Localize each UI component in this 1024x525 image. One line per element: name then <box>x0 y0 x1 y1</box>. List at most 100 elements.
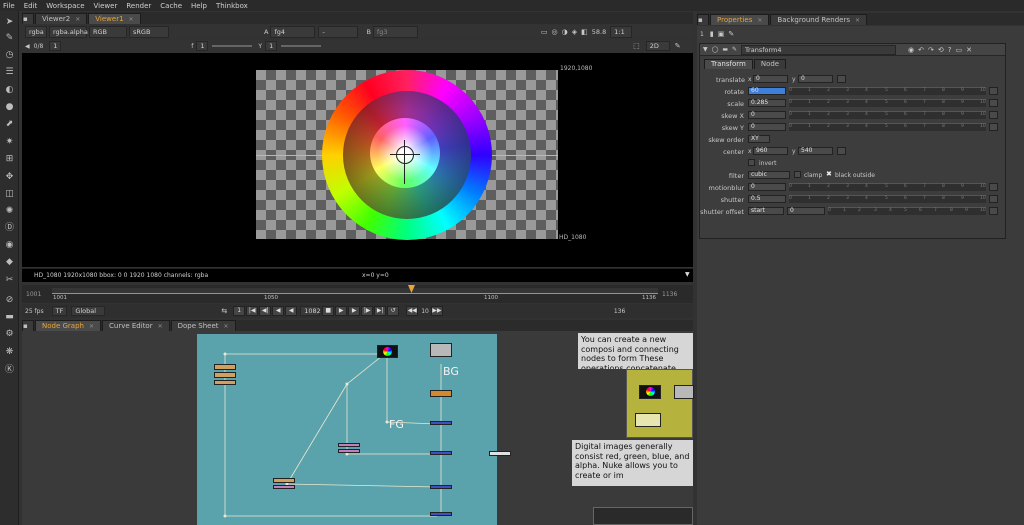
close-icon[interactable]: ✕ <box>158 321 163 332</box>
tab-node-graph[interactable]: Node Graph ✕ <box>35 320 101 331</box>
skip-back-icon[interactable]: ◀◀ <box>406 306 419 316</box>
float-panel-icon[interactable]: ▭ <box>956 46 963 54</box>
invert-checkbox[interactable] <box>748 159 755 166</box>
float-icon[interactable]: ▣ <box>718 30 725 38</box>
gamma-field[interactable]: 1 <box>265 41 278 51</box>
prev-frame-icon[interactable]: ◀ <box>272 306 285 316</box>
end-frame-field[interactable]: 136 <box>614 308 625 315</box>
node-merge-3[interactable] <box>430 485 452 489</box>
skip-forward-icon[interactable]: ▶▶ <box>430 306 443 316</box>
skewy-field[interactable]: 0 <box>748 123 786 131</box>
play-forward-icon[interactable]: ▶ <box>335 306 348 316</box>
ratio-select[interactable]: 1:1 <box>610 25 633 38</box>
tab-node[interactable]: Node <box>753 59 787 69</box>
close-icon[interactable]: ✕ <box>75 14 80 25</box>
node-bg-thumbnail[interactable] <box>430 343 452 357</box>
redo-icon[interactable]: ↷ <box>928 46 934 54</box>
3d-icon[interactable]: ◫ <box>4 189 15 200</box>
draw-icon[interactable]: ⬈ <box>4 119 15 130</box>
menu-item-file[interactable]: File <box>3 2 15 10</box>
menu-item-workspace[interactable]: Workspace <box>46 2 84 10</box>
gain-slider[interactable] <box>212 45 253 47</box>
menu-item-thinkbox[interactable]: Thinkbox <box>216 2 248 10</box>
input-1-button[interactable]: 1 <box>233 306 246 316</box>
overlay-icon[interactable]: ▭ <box>541 28 548 36</box>
node-merge-4[interactable] <box>430 512 452 516</box>
gain-field[interactable]: 1 <box>196 41 209 51</box>
motionblur-slider[interactable]: 0 1 2 3 4 5 6 7 8 9 10 <box>789 183 986 191</box>
tools-icon[interactable]: ✂ <box>4 275 15 286</box>
frame-field[interactable]: 1 <box>49 41 62 51</box>
menu-item-help[interactable]: Help <box>191 2 207 10</box>
lock-icon[interactable]: ▮ <box>710 30 714 38</box>
time-icon[interactable]: ✷ <box>4 137 15 148</box>
node-name-field[interactable]: Transform4 <box>741 44 897 55</box>
input-b-select[interactable]: fg3 <box>372 25 418 38</box>
menu-item-viewer[interactable]: Viewer <box>94 2 118 10</box>
scale-anim-button[interactable] <box>989 99 998 107</box>
node-transform-1[interactable] <box>338 443 360 447</box>
gamma-slider[interactable] <box>281 45 322 47</box>
clamp-checkbox[interactable] <box>794 171 801 178</box>
input-op-select[interactable]: - <box>318 25 359 38</box>
fps-field[interactable]: 25 fps <box>25 308 44 315</box>
node-viewer[interactable] <box>489 451 511 456</box>
last-frame-icon[interactable]: ▶| <box>374 306 387 316</box>
metadata-icon[interactable]: ◆ <box>4 257 15 268</box>
tab-viewer1[interactable]: Viewer1 ✕ <box>88 13 141 24</box>
shutter-field[interactable]: 0.5 <box>748 195 786 203</box>
skeworder-select[interactable]: XY <box>748 135 770 143</box>
transform-handle[interactable] <box>396 146 414 164</box>
sticky-note-1[interactable]: You can create a new composi and connect… <box>578 333 693 369</box>
first-frame-icon[interactable]: |◀ <box>246 306 259 316</box>
view-mode-select[interactable]: 2D <box>645 41 670 51</box>
loop-icon[interactable]: ↺ <box>387 306 400 316</box>
rotate-slider[interactable]: 0 1 2 3 4 5 6 7 8 9 10 <box>789 87 986 95</box>
python-icon[interactable]: ⊘ <box>4 295 15 306</box>
translate-anim-button[interactable] <box>837 75 846 83</box>
rotate-anim-button[interactable] <box>989 87 998 95</box>
backdrop-yellow[interactable] <box>626 369 694 438</box>
pane-menu-icon[interactable]: ▪ <box>697 14 709 25</box>
skewx-slider[interactable]: 0 1 2 3 4 5 6 7 8 9 10 <box>789 111 986 119</box>
zoom-value[interactable]: 58.8 <box>592 28 606 36</box>
crop-icon[interactable]: ⬚ <box>633 42 640 50</box>
center-y-field[interactable]: 540 <box>798 147 833 155</box>
keylight-icon[interactable]: Ⓚ <box>4 365 15 376</box>
undo-icon[interactable]: ↶ <box>918 46 924 54</box>
next-frame-icon[interactable]: ▶ <box>348 306 361 316</box>
frame-prev-icon[interactable]: ◀ <box>25 43 30 50</box>
shutteroffset-anim-button[interactable] <box>989 207 998 215</box>
node-graph-navigator[interactable] <box>593 507 693 525</box>
view-icon[interactable]: ◉ <box>4 240 15 251</box>
skewx-anim-button[interactable] <box>989 111 998 119</box>
menu-item-edit[interactable]: Edit <box>24 2 38 10</box>
node-note[interactable] <box>635 413 661 427</box>
tab-properties[interactable]: Properties ✕ <box>710 14 770 25</box>
node-merge-1[interactable] <box>430 421 452 425</box>
gear-icon[interactable]: ⚙ <box>4 329 15 340</box>
revert-icon[interactable]: ⟲ <box>938 46 944 54</box>
translate-y-field[interactable]: 0 <box>798 75 833 83</box>
node-read-3[interactable] <box>214 380 236 385</box>
play-backward-icon[interactable]: ◀ <box>285 306 298 316</box>
node-thumbnail[interactable] <box>639 385 661 399</box>
transport-settings-icon[interactable]: ⇆ <box>221 307 227 315</box>
wipe-icon[interactable]: ◈ <box>572 28 577 36</box>
node-transform-2[interactable] <box>338 449 360 453</box>
shutteroffset-select[interactable]: start <box>748 207 784 215</box>
node-colorwheel-thumbnail[interactable] <box>377 345 398 358</box>
timeline-track[interactable] <box>52 288 658 294</box>
next-keyframe-icon[interactable]: |▶ <box>361 306 374 316</box>
shutter-slider[interactable]: 0 1 2 3 4 5 6 7 8 9 10 <box>789 195 986 203</box>
channels-select[interactable]: rgba <box>25 25 47 38</box>
layers-icon[interactable]: ☰ <box>4 67 15 78</box>
clock-icon[interactable]: ◷ <box>4 50 15 61</box>
panel-count[interactable]: 1 <box>700 31 704 38</box>
timeline[interactable]: 1001 1001 1050 1100 1136 1136 <box>22 285 693 303</box>
sphere-icon[interactable]: ● <box>4 102 15 113</box>
translate-x-field[interactable]: 0 <box>753 75 788 83</box>
frame-range[interactable]: 0/8 <box>34 43 44 50</box>
motionblur-anim-button[interactable] <box>989 183 998 191</box>
filter-select[interactable]: cubic <box>748 171 790 179</box>
